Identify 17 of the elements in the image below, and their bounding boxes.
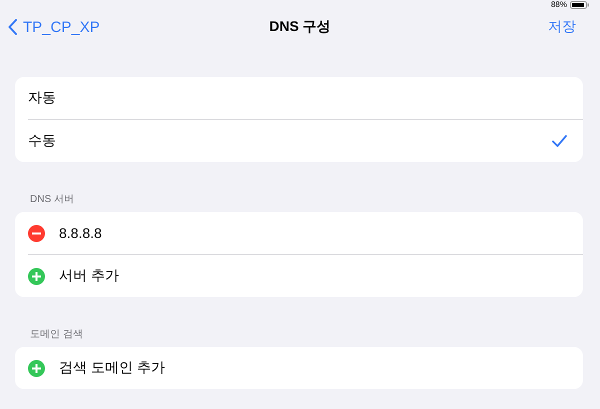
add-icon[interactable] — [28, 268, 45, 284]
remove-icon[interactable] — [28, 224, 45, 242]
add-row-label[interactable]: 서버 추가 — [59, 267, 567, 285]
page-title: DNS 구성 — [269, 18, 331, 36]
mode-option[interactable]: 자동 — [28, 77, 583, 119]
mode-option[interactable]: 수동 — [28, 119, 583, 162]
battery-icon — [570, 0, 590, 8]
back-button[interactable]: TP_CP_XP — [8, 18, 100, 36]
add-row-label[interactable]: 검색 도메인 추가 — [59, 359, 567, 377]
save-button[interactable]: 저장 — [548, 18, 576, 36]
chevron-left-icon — [8, 19, 17, 35]
add-icon[interactable] — [28, 360, 45, 376]
section-header: DNS 서버 — [29, 193, 75, 207]
server-address: 8.8.8.8 — [59, 225, 103, 241]
checkmark-icon — [552, 135, 567, 147]
battery-percentage: 88% — [550, 0, 567, 9]
section-header: 도메인 검색 — [29, 328, 84, 342]
